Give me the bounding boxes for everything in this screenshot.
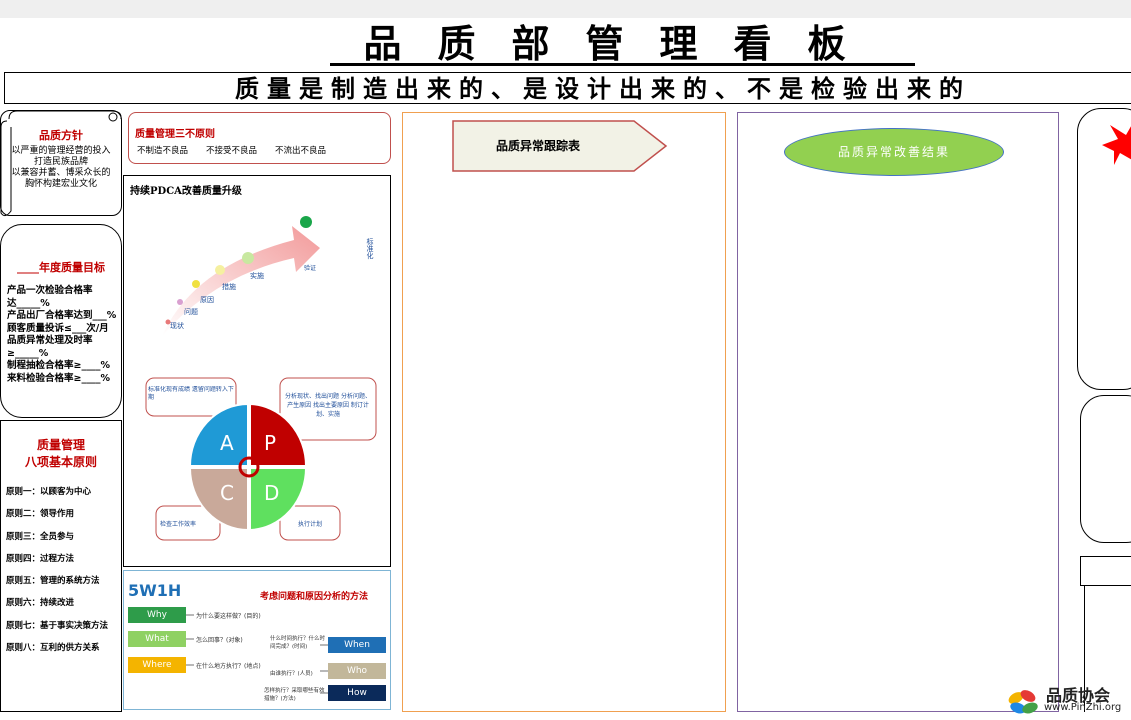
three-no-title: 质量管理三不原则 <box>135 129 215 140</box>
pdca-step-label: 措施 <box>222 282 236 291</box>
pdca-diagram: 现状 问题 原因 措施 实施 验证 标准化 标准化现有成绩 遗留问题转入下期 分… <box>145 216 377 541</box>
pdca-box-d: 执行计划 <box>298 520 322 528</box>
pdca-step-label: 问题 <box>184 308 198 316</box>
principle-item: 原则五：管理的系统方法 <box>6 576 100 587</box>
annual-goal-title: ____年度质量目标 <box>17 261 105 274</box>
5w1h-connectors <box>186 614 328 694</box>
eight-principles-title-2: 八项基本原则 <box>24 455 97 469</box>
three-no-principle-card: 质量管理三不原则 不制造不良品 不接受不良品 不流出不良品 <box>128 112 391 164</box>
pdca-box-c: 检查工作效率 <box>160 520 196 528</box>
three-no-item: 不流出不良品 <box>275 146 327 156</box>
quadrant-letter: P <box>264 431 276 455</box>
pdca-card: 持续PDCA改善质量升级 现状 问题 原因 措施 实施 验证 标准化 标准化现有… <box>123 175 391 567</box>
quality-policy-card: 品质方针 以严重的管理经营的投入 打造民族品牌 以兼容并蓄、博采众长的 胸怀构建… <box>0 110 122 217</box>
goal-line: 制程抽检合格率≥____% <box>7 360 110 371</box>
standardize-label: 标准化 <box>366 237 374 260</box>
three-no-item: 不制造不良品 <box>137 146 189 156</box>
pinzhi-logo-icon <box>1008 690 1038 714</box>
goal-line: 达_____% <box>7 297 50 309</box>
top-strip <box>0 0 1131 18</box>
eight-principles-card: 质量管理 八项基本原则 原则一：以顾客为中心 原则二：领导作用 原则三：全员参与… <box>0 420 122 712</box>
right-panel-top <box>1077 108 1131 390</box>
watermark: 品质协会 www.PinZhi.org <box>1004 680 1131 720</box>
principle-item: 原则八：互利的供方关系 <box>6 643 100 654</box>
quadrant-letter: D <box>264 481 279 505</box>
upgrade-arrow <box>162 226 320 336</box>
annual-goal-card: ____年度质量目标 产品一次检验合格率 达_____% 产品出厂合格率达到__… <box>0 224 122 418</box>
quadrant-letter: A <box>220 431 234 455</box>
quality-slogan: 质量是制造出来的、是设计出来的、不是检验出来的 <box>4 72 1131 104</box>
principle-item: 原则四：过程方法 <box>6 553 75 564</box>
goal-line: 顾客质量投诉≤___次/月 <box>7 322 109 334</box>
three-no-item: 不接受不良品 <box>206 146 258 156</box>
right-panel-middle <box>1080 395 1131 543</box>
right-panel-bottom <box>1080 556 1131 586</box>
principle-item: 原则七：基于事实决策方法 <box>6 620 109 631</box>
quadrant-letter: C <box>220 481 234 505</box>
goal-line: ≥_____% <box>7 347 49 359</box>
principle-item: 原则三：全员参与 <box>6 531 75 542</box>
pdca-step-label: 现状 <box>170 321 184 330</box>
goal-dot <box>300 216 312 228</box>
pdca-step-label: 原因 <box>200 296 214 304</box>
goal-line: 产品出厂合格率达到___% <box>7 310 117 321</box>
burst-icon <box>1102 125 1131 165</box>
page-title: 品质部管理看板 <box>330 22 915 66</box>
tracking-column: 品质异常跟踪表 <box>402 112 726 712</box>
goal-line: 产品一次检验合格率 <box>7 285 93 296</box>
goal-line: 品质异常处理及时率 <box>7 335 93 346</box>
pdca-box-a: 标准化现有成绩 遗留问题转入下期 <box>148 386 234 401</box>
results-label: 品质异常改善结果 <box>784 128 1004 176</box>
principle-item: 原则六：持续改进 <box>6 598 75 609</box>
eight-principles-title-1: 质量管理 <box>36 438 85 452</box>
pdca-box-p: 分析现状、找出问题 分析问题、产生原因 找出主要原因 制订计划、实施 <box>285 393 371 418</box>
pdca-step-label: 验证 <box>304 264 316 272</box>
scroll-shape <box>0 110 122 217</box>
pdca-step-label: 实施 <box>250 271 264 280</box>
results-column: 品质异常改善结果 <box>737 112 1059 712</box>
pdca-title: 持续PDCA改善质量升级 <box>130 186 242 197</box>
goal-line: 来料检验合格率≥____% <box>7 372 110 384</box>
5w1h-card: 5W1H 考虑问题和原因分析的方法 Why 为什么要这样做？(目的) What … <box>123 570 391 710</box>
principle-item: 原则二：领导作用 <box>6 509 75 520</box>
tracking-label: 品质异常跟踪表 <box>495 139 580 153</box>
watermark-url: www.PinZhi.org <box>1044 702 1122 713</box>
principle-item: 原则一：以顾客为中心 <box>6 487 92 497</box>
